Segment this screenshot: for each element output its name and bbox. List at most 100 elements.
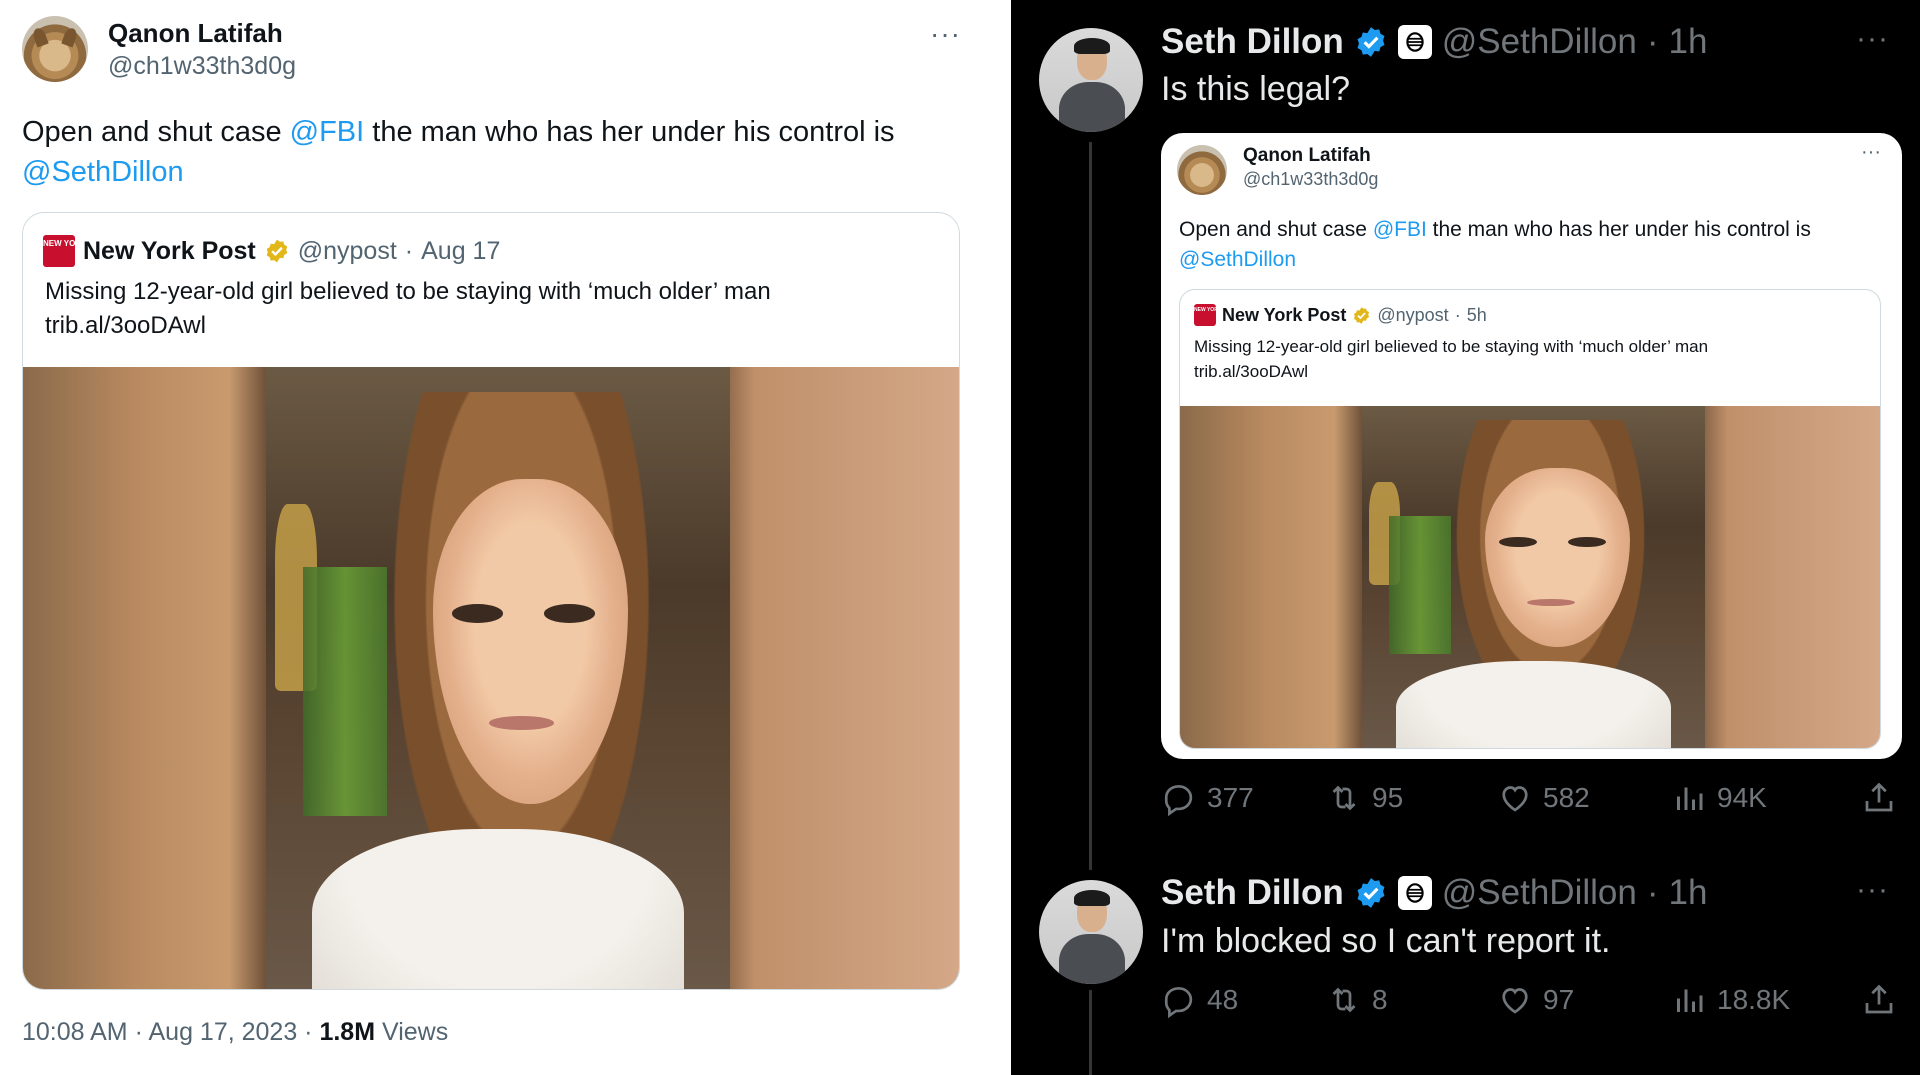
mention-sethdillon-link[interactable]: @SethDillon [22,156,184,188]
tweet-text: Open and shut case @FBI the man who has … [22,112,922,192]
tweet-text: I'm blocked so I can't report it. [1161,922,1611,960]
like-button[interactable]: 97 [1497,982,1574,1018]
quoted-author-handle[interactable]: @nypost [1377,305,1448,326]
more-icon[interactable]: ··· [1861,141,1881,164]
blue-verified-icon [1357,27,1385,57]
tweet-time[interactable]: 1h [1669,873,1708,913]
quoted-author-handle[interactable]: @nypost [298,237,397,266]
separator: · [297,1018,320,1046]
blue-verified-icon [1357,878,1385,908]
author-name[interactable]: Qanon Latifah [1243,145,1371,167]
portrait-photo [266,367,730,989]
share-icon [1865,782,1893,812]
like-count: 97 [1543,984,1575,1015]
nested-quoted-tweet[interactable]: NEW YORK POST New York Post @nypost · 5h… [1179,289,1881,749]
tweet-actions: 48 8 97 18.8K [1161,982,1901,1022]
separator: · [1454,304,1461,325]
reply-count: 48 [1207,984,1239,1015]
quoted-tweet-text: Missing 12-year-old girl believed to be … [1194,334,1834,384]
bee-badge-icon[interactable] [1397,25,1432,59]
quoted-author-name[interactable]: New York Post [83,237,256,266]
repost-count: 8 [1372,984,1388,1015]
bee-badge-icon[interactable] [1397,876,1432,910]
tweet-text: Is this legal? [1161,70,1350,108]
tweet-actions: 377 95 582 94K [1161,780,1901,820]
tweet-date[interactable]: Aug 17, 2023 [148,1018,297,1046]
views-count: 94K [1717,782,1767,813]
repost-icon [1332,987,1356,1013]
portrait-photo [1362,406,1705,748]
tweet-footer: 10:08 AM · Aug 17, 2023 · 1.8M Views [22,1018,448,1047]
left-tweet-panel: Qanon Latifah @ch1w33th3d0g ··· Open and… [0,0,1011,1075]
repost-button[interactable]: 95 [1326,780,1403,816]
repost-icon [1332,785,1356,811]
reply-button[interactable]: 48 [1161,982,1238,1018]
author-avatar[interactable] [22,16,88,82]
mention-sethdillon-link[interactable]: @SethDillon [1179,248,1296,271]
share-button[interactable] [1861,780,1897,816]
tweet-header: Seth Dillon @SethDillon · 1h [1161,22,1707,62]
reply-icon [1164,785,1193,816]
author-name[interactable]: Seth Dillon [1161,873,1344,913]
separator: · [404,236,414,265]
nypost-logo-icon: NEW YORK POST [1194,304,1236,326]
mention-fbi-link[interactable]: @FBI [290,116,365,148]
author-avatar[interactable] [1039,880,1143,984]
author-name[interactable]: Qanon Latifah [108,18,283,49]
author-avatar[interactable] [1177,145,1227,195]
reply-button[interactable]: 377 [1161,780,1254,816]
views-button[interactable]: 94K [1671,780,1767,816]
quoted-tweet-image[interactable] [1180,406,1880,748]
thread-connector-line [1089,990,1092,1075]
tweet-text-part: Open and shut case [1179,218,1373,241]
reply-count: 377 [1207,782,1254,813]
thread-connector-line [1089,142,1092,870]
more-icon[interactable]: ··· [1856,873,1889,907]
author-handle[interactable]: @SethDillon [1442,22,1637,62]
quoted-tweet-header: NEW YORK POST New York Post @nypost · 5h [1194,304,1487,326]
share-button[interactable] [1861,982,1897,1018]
quoted-tweet-card[interactable]: Qanon Latifah @ch1w33th3d0g ··· Open and… [1161,133,1902,759]
like-icon [1502,786,1528,812]
gold-verified-icon [1354,306,1370,324]
like-icon [1502,988,1528,1014]
repost-button[interactable]: 8 [1326,982,1388,1018]
views-icon [1677,989,1703,1012]
author-handle[interactable]: @ch1w33th3d0g [108,52,296,81]
quoted-text-line: Missing 12-year-old girl believed to be … [45,278,771,305]
quoted-tweet-image[interactable] [23,367,959,989]
more-icon[interactable]: ··· [1856,22,1889,56]
quoted-tweet-text: Missing 12-year-old girl believed to be … [45,275,905,343]
more-icon[interactable]: ··· [930,18,961,50]
author-handle[interactable]: @ch1w33th3d0g [1243,169,1378,190]
repost-count: 95 [1372,782,1404,813]
tweet-header: Seth Dillon @SethDillon · 1h [1161,873,1707,913]
quoted-date[interactable]: Aug 17 [421,237,500,266]
gold-verified-icon [266,239,288,263]
author-name[interactable]: Seth Dillon [1161,22,1344,62]
quoted-text-line: Missing 12-year-old girl believed to be … [1194,337,1709,356]
views-count: 1.8M [319,1018,376,1046]
tweet-time[interactable]: 10:08 AM [22,1018,128,1046]
author-handle[interactable]: @SethDillon [1442,873,1637,913]
like-button[interactable]: 582 [1497,780,1590,816]
tweet-text-part: the man who has her under his control is [1426,218,1811,241]
right-thread-panel: Seth Dillon @SethDillon · 1h ··· Is this… [1011,0,1920,1075]
views-button[interactable]: 18.8K [1671,982,1790,1018]
like-count: 582 [1543,782,1590,813]
separator: · [127,1018,149,1046]
nypost-logo-icon: NEW YORK POST [43,235,111,267]
author-avatar[interactable] [1039,28,1143,132]
quoted-time[interactable]: 5h [1467,305,1487,326]
quoted-tweet-card[interactable]: NEW YORK POST New York Post @nypost · Au… [22,212,960,990]
tweet-time[interactable]: 1h [1669,22,1708,62]
quoted-author-name[interactable]: New York Post [1222,305,1346,326]
views-label: Views [375,1018,449,1046]
quoted-link[interactable]: trib.al/3ooDAwl [45,309,905,343]
quoted-link[interactable]: trib.al/3ooDAwl [1194,359,1834,384]
views-count: 18.8K [1717,984,1791,1015]
separator: · [1646,22,1659,61]
mention-fbi-link[interactable]: @FBI [1373,218,1427,241]
views-icon [1677,787,1703,810]
tweet-text-part: Open and shut case [22,116,290,148]
